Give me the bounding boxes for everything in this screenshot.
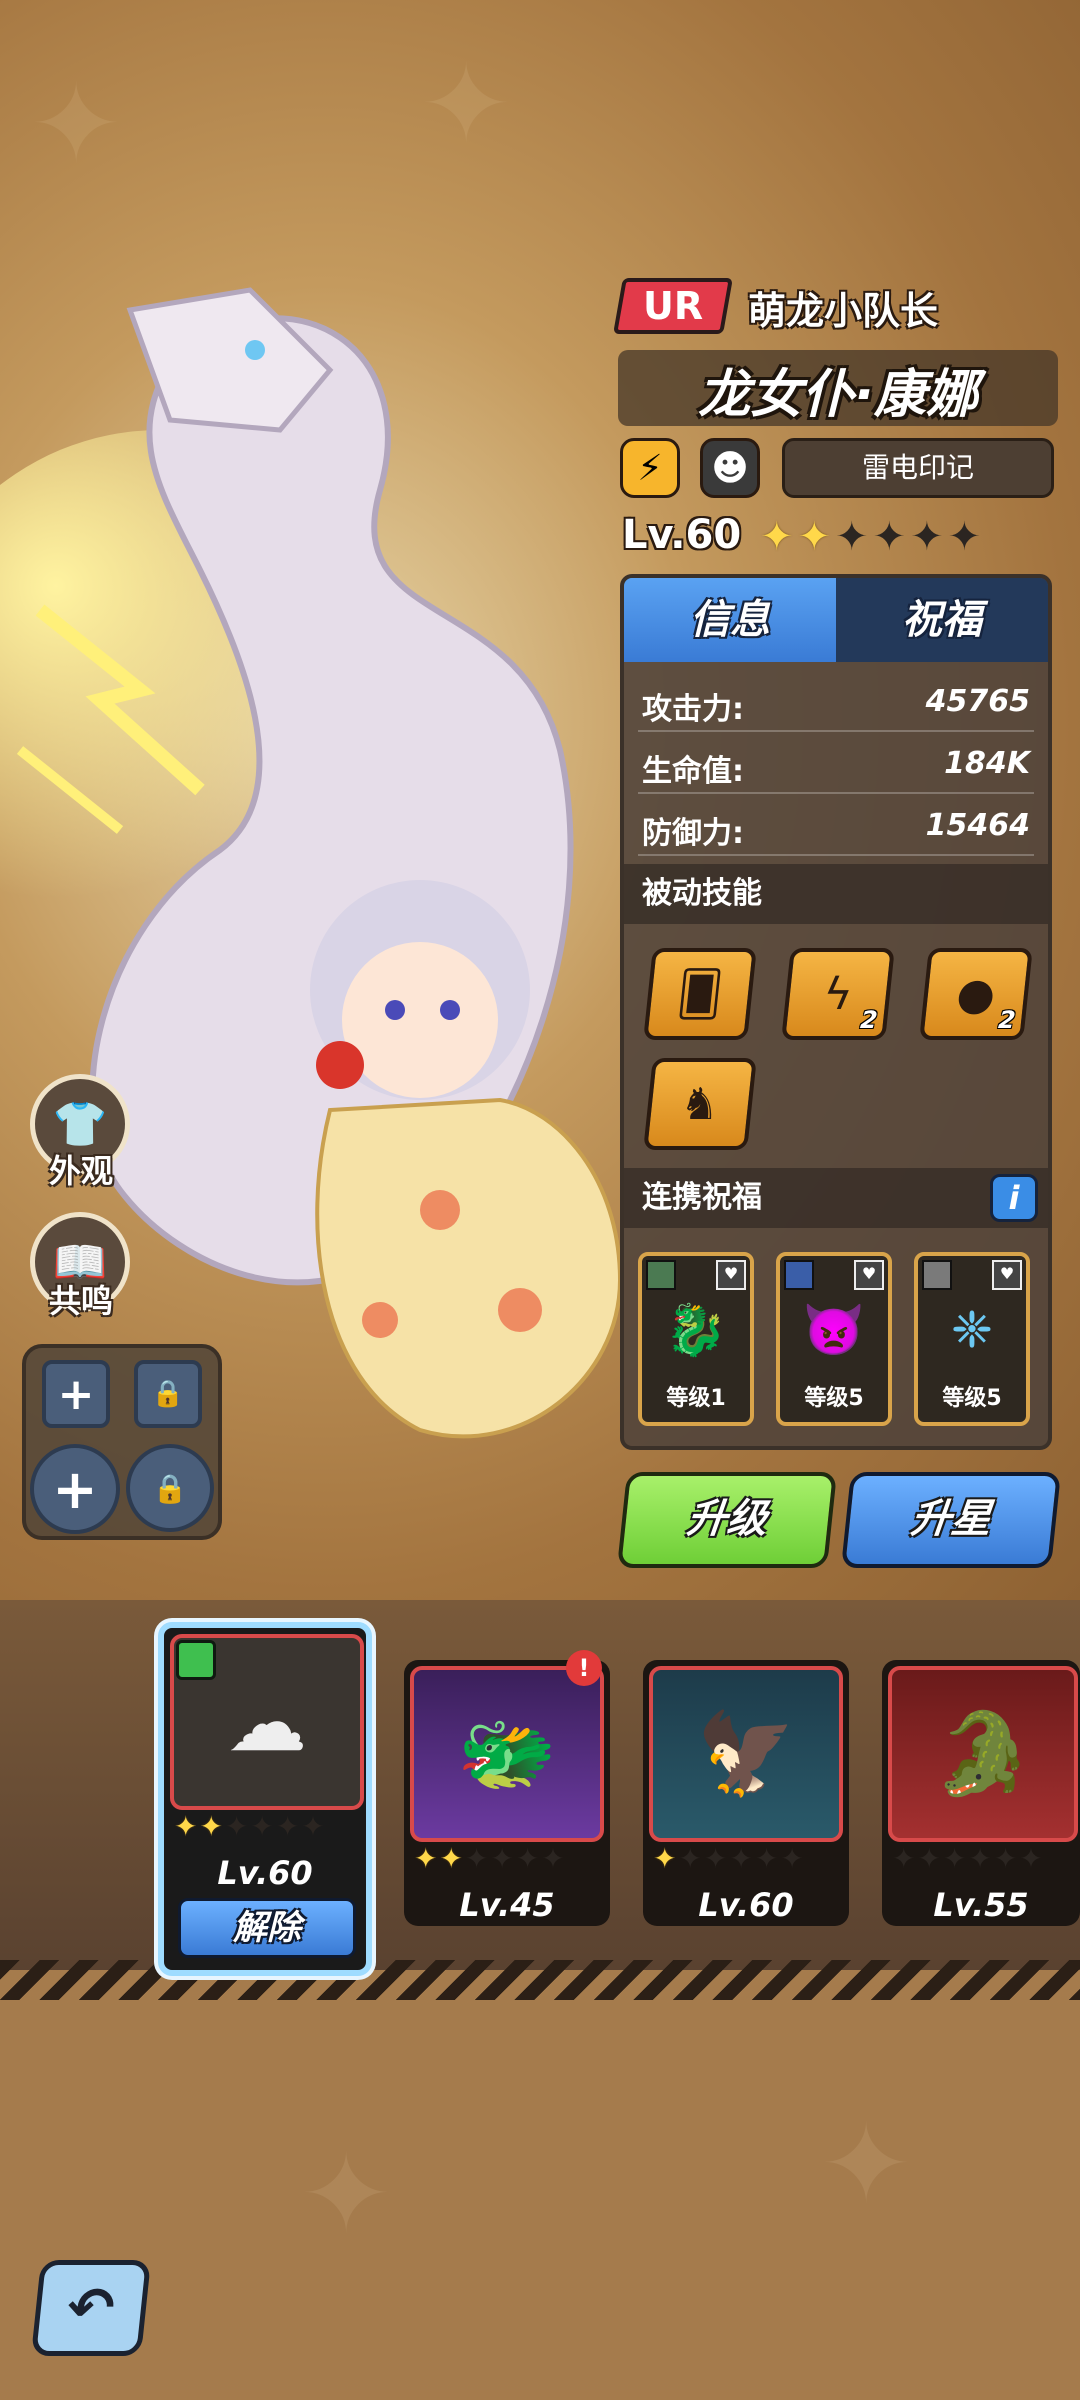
skin-label: 外观 xyxy=(48,1152,113,1190)
star-icon: ✦ xyxy=(947,514,986,560)
dragon-stars: ✦✦✦✦✦✦ xyxy=(414,1842,567,1875)
back-button[interactable]: ↶ xyxy=(30,2260,152,2356)
lock-icon: 🔒 xyxy=(152,1471,188,1505)
star-icon: ✦ xyxy=(760,514,798,560)
heart-icon: ♥ xyxy=(854,1260,884,1290)
hero-name: 龙女仆·康娜 xyxy=(698,365,978,425)
dragon-card-selected[interactable]: ☁ ✦✦✦✦✦✦ Lv.60 解除 xyxy=(158,1622,372,1976)
passive-skills-header: 被动技能 xyxy=(624,864,1048,924)
info-button[interactable]: i xyxy=(990,1174,1038,1222)
lock-icon: 🔒 xyxy=(151,1379,185,1409)
background-pattern: ✦ xyxy=(300,2130,393,2258)
upgrade-button[interactable]: 升级 xyxy=(616,1472,838,1568)
link-blessing-header: 连携祝福 i xyxy=(624,1168,1048,1228)
add-slot-button[interactable]: + xyxy=(42,1360,110,1428)
star-icon: ✦ xyxy=(910,514,948,560)
stat-row-hp: 生命值: 184K xyxy=(638,736,1034,794)
blue-spirit-icon: ❈ xyxy=(951,1301,993,1359)
skill-slot[interactable]: ϟ 2 xyxy=(781,948,895,1040)
dragon-card[interactable]: 🐲 ! ✦✦✦✦✦✦ Lv.45 xyxy=(404,1650,610,1926)
blessing-type-icon xyxy=(784,1260,814,1290)
horned-helmet-icon: ♞ xyxy=(677,1078,723,1130)
back-arrow-icon: ↶ xyxy=(64,2275,118,2341)
tab-info[interactable]: 信息 xyxy=(624,578,836,662)
dragon-level: Lv.45 xyxy=(459,1886,555,1924)
tab-blessing[interactable]: 祝福 xyxy=(836,578,1048,662)
hero-title: 萌龙小队长 xyxy=(748,289,939,333)
stat-value: 45765 xyxy=(925,684,1030,719)
dragon-card[interactable]: 🐊 ✦✦✦✦✦✦ Lv.55 xyxy=(882,1660,1080,1926)
fire-orb-icon: ● xyxy=(954,968,998,1020)
skill-count: 2 xyxy=(997,1006,1017,1034)
equipment-slot-panel: + 🔒 + 🔒 xyxy=(22,1344,222,1540)
blessing-level: 等级1 xyxy=(666,1386,726,1411)
heart-icon: ♥ xyxy=(716,1260,746,1290)
heart-icon: ♥ xyxy=(992,1260,1022,1290)
card-dice-icon: 🂠 xyxy=(674,968,726,1020)
locked-slot: 🔒 xyxy=(134,1360,202,1428)
hero-stars: ✦✦✦✦✦✦ xyxy=(760,514,985,560)
unequip-button[interactable]: 解除 xyxy=(178,1898,356,1958)
locked-slot: 🔒 xyxy=(126,1444,214,1532)
dragon-portrait: 🦅 xyxy=(649,1666,843,1842)
skill-slot[interactable]: ♞ xyxy=(643,1058,757,1150)
dragon-level: Lv.60 xyxy=(698,1886,794,1924)
dragon-stars: ✦✦✦✦✦✦ xyxy=(653,1842,806,1875)
plus-icon: + xyxy=(52,1457,98,1521)
stat-label: 生命值: xyxy=(642,754,744,789)
resonance-label: 共鸣 xyxy=(48,1282,113,1320)
mark-label[interactable]: 雷电印记 xyxy=(782,438,1054,498)
thunder-claw-icon: ϟ xyxy=(820,968,856,1020)
blessing-type-icon xyxy=(646,1260,676,1290)
winged-dragon-icon: 🐉 xyxy=(664,1300,728,1359)
dragon-level: Lv.60 xyxy=(217,1854,313,1892)
stat-value: 184K xyxy=(944,746,1030,781)
demon-head-icon: 👿 xyxy=(802,1300,866,1359)
blessing-card[interactable]: ♥ 🐉 等级1 xyxy=(638,1252,754,1426)
blessing-level: 等级5 xyxy=(804,1386,864,1411)
dragon-portrait: 🐲 xyxy=(410,1666,604,1842)
blessing-level: 等级5 xyxy=(942,1386,1002,1411)
dragon-face-icon[interactable]: ☻ xyxy=(700,438,760,498)
golden-dragon-icon: 🦅 xyxy=(696,1707,796,1800)
stat-label: 攻击力: xyxy=(642,692,744,727)
add-slot-button[interactable]: + xyxy=(30,1444,120,1534)
stat-value: 15464 xyxy=(925,808,1030,843)
green-dragon-icon: 🐊 xyxy=(933,1707,1033,1800)
background-pattern: ✦ xyxy=(420,40,513,168)
blessing-card[interactable]: ♥ 👿 等级5 xyxy=(776,1252,892,1426)
white-dragon-icon: ☁ xyxy=(227,1675,307,1769)
skill-count: 2 xyxy=(859,1006,879,1034)
alert-badge: ! xyxy=(566,1650,602,1686)
dragon-level: Lv.55 xyxy=(933,1886,1029,1924)
info-panel: 信息 祝福 攻击力: 45765 生命值: 184K 防御力: 15464 被动… xyxy=(620,574,1052,1450)
stat-row-attack: 攻击力: 45765 xyxy=(638,674,1034,732)
skill-slot[interactable]: ● 2 xyxy=(919,948,1033,1040)
blessing-type-icon xyxy=(922,1260,952,1290)
plus-icon: + xyxy=(57,1368,95,1420)
stat-label: 防御力: xyxy=(642,816,744,851)
dragon-stars: ✦✦✦✦✦✦ xyxy=(174,1810,327,1843)
dragon-portrait: 🐊 xyxy=(888,1666,1078,1842)
shirt-icon: 👕 xyxy=(52,1099,108,1150)
team-member-icon xyxy=(176,1640,216,1680)
rarity-badge: UR xyxy=(613,278,733,334)
background-pattern: ✦ xyxy=(820,2100,913,2228)
dragon-stars: ✦✦✦✦✦✦ xyxy=(892,1842,1045,1875)
background-pattern: ✦ xyxy=(30,60,123,188)
blessing-card[interactable]: ♥ ❈ 等级5 xyxy=(914,1252,1030,1426)
shadow-dragon-icon: 🐲 xyxy=(457,1707,557,1800)
star-icon: ✦ xyxy=(835,514,873,560)
lightning-icon[interactable]: ⚡ xyxy=(620,438,680,498)
skill-slot[interactable]: 🂠 xyxy=(643,948,757,1040)
hero-level: Lv.60 xyxy=(622,512,742,558)
star-icon: ✦ xyxy=(797,514,836,560)
star-icon: ✦ xyxy=(872,514,911,560)
link-blessing-title: 连携祝福 xyxy=(642,1180,762,1215)
star-up-button[interactable]: 升星 xyxy=(840,1472,1062,1568)
stat-row-defense: 防御力: 15464 xyxy=(638,798,1034,856)
dragon-card[interactable]: 🦅 ✦✦✦✦✦✦ Lv.60 xyxy=(643,1660,849,1926)
